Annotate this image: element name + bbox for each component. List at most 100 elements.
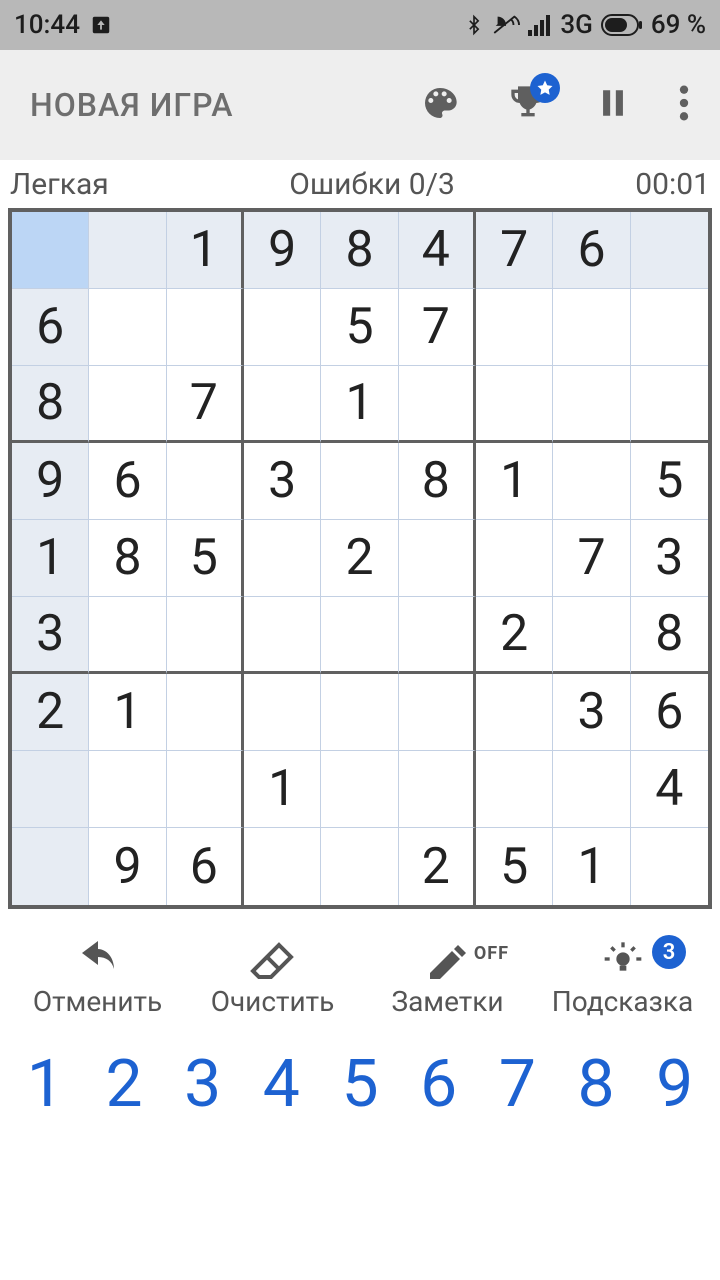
app-title[interactable]: НОВАЯ ИГРА [30,86,420,124]
sudoku-cell[interactable] [321,597,398,674]
numpad-7[interactable]: 7 [478,1046,557,1123]
sudoku-cell[interactable]: 1 [89,674,166,751]
sudoku-cell[interactable] [89,597,166,674]
erase-button[interactable]: Очистить [185,939,360,1018]
sudoku-cell[interactable] [321,828,398,905]
sudoku-cell[interactable]: 1 [321,366,398,443]
sudoku-cell[interactable] [244,828,321,905]
numpad-1[interactable]: 1 [6,1046,85,1123]
sudoku-cell[interactable] [244,674,321,751]
sudoku-cell[interactable] [553,289,630,366]
sudoku-cell[interactable]: 1 [553,828,630,905]
numpad-5[interactable]: 5 [321,1046,400,1123]
numpad-8[interactable]: 8 [557,1046,636,1123]
sudoku-cell[interactable]: 6 [167,828,244,905]
sudoku-cell[interactable]: 8 [89,520,166,597]
sudoku-cell[interactable]: 7 [399,289,476,366]
sudoku-cell[interactable] [244,520,321,597]
sudoku-cell[interactable] [244,289,321,366]
sudoku-cell[interactable]: 6 [89,443,166,520]
sudoku-cell[interactable]: 5 [167,520,244,597]
sudoku-cell[interactable]: 2 [12,674,89,751]
theme-button[interactable] [420,83,460,127]
sudoku-cell[interactable] [167,751,244,828]
sudoku-cell[interactable]: 9 [244,212,321,289]
sudoku-cell[interactable]: 3 [631,520,708,597]
numpad-4[interactable]: 4 [242,1046,321,1123]
sudoku-cell[interactable]: 8 [321,212,398,289]
sudoku-cell[interactable] [321,751,398,828]
sudoku-cell[interactable] [553,366,630,443]
sudoku-cell[interactable]: 5 [476,828,553,905]
sudoku-cell[interactable] [12,751,89,828]
sudoku-cell[interactable]: 8 [399,443,476,520]
sudoku-cell[interactable] [167,443,244,520]
sudoku-cell[interactable] [167,289,244,366]
sudoku-cell[interactable] [12,828,89,905]
sudoku-cell[interactable] [89,366,166,443]
sudoku-cell[interactable]: 4 [399,212,476,289]
sudoku-cell[interactable] [553,443,630,520]
notes-button[interactable]: OFF Заметки [360,939,535,1018]
sudoku-cell[interactable]: 4 [631,751,708,828]
sudoku-cell[interactable] [244,366,321,443]
sudoku-cell[interactable]: 1 [244,751,321,828]
numpad-9[interactable]: 9 [635,1046,714,1123]
sudoku-cell[interactable]: 9 [12,443,89,520]
sudoku-cell[interactable] [631,366,708,443]
trophy-button[interactable] [508,83,548,127]
sudoku-cell[interactable]: 5 [321,289,398,366]
numpad-2[interactable]: 2 [85,1046,164,1123]
sudoku-cell[interactable] [321,674,398,751]
sudoku-cell[interactable] [553,597,630,674]
sudoku-cell[interactable] [631,828,708,905]
sudoku-cell[interactable] [399,597,476,674]
sudoku-cell[interactable] [553,751,630,828]
sudoku-cell[interactable] [476,520,553,597]
sudoku-cell[interactable]: 1 [12,520,89,597]
undo-button[interactable]: Отменить [10,939,185,1018]
sudoku-cell[interactable] [631,212,708,289]
pause-button[interactable] [596,83,630,127]
sudoku-cell[interactable]: 3 [244,443,321,520]
sudoku-cell[interactable] [244,597,321,674]
sudoku-cell[interactable]: 7 [553,520,630,597]
sudoku-cell[interactable]: 7 [476,212,553,289]
sudoku-cell[interactable] [167,597,244,674]
numpad-3[interactable]: 3 [163,1046,242,1123]
sudoku-cell[interactable]: 6 [631,674,708,751]
sudoku-cell[interactable]: 1 [167,212,244,289]
sudoku-cell[interactable]: 2 [399,828,476,905]
sudoku-cell[interactable]: 2 [476,597,553,674]
sudoku-cell[interactable]: 2 [321,520,398,597]
sudoku-cell[interactable]: 7 [167,366,244,443]
sudoku-cell[interactable]: 8 [631,597,708,674]
sudoku-cell[interactable] [89,212,166,289]
sudoku-cell[interactable] [399,520,476,597]
sudoku-cell[interactable] [399,366,476,443]
sudoku-cell[interactable]: 1 [476,443,553,520]
numpad-6[interactable]: 6 [399,1046,478,1123]
sudoku-cell[interactable]: 6 [12,289,89,366]
hint-button[interactable]: 3 Подсказка [535,939,710,1018]
more-button[interactable] [678,83,690,127]
sudoku-cell[interactable] [399,674,476,751]
sudoku-cell[interactable] [476,751,553,828]
erase-label: Очистить [211,985,335,1018]
sudoku-cell[interactable] [89,289,166,366]
sudoku-cell[interactable] [476,674,553,751]
sudoku-cell[interactable] [476,289,553,366]
sudoku-cell[interactable]: 3 [12,597,89,674]
sudoku-cell[interactable]: 8 [12,366,89,443]
sudoku-cell[interactable]: 3 [553,674,630,751]
sudoku-cell[interactable] [399,751,476,828]
sudoku-cell[interactable] [167,674,244,751]
sudoku-cell[interactable]: 9 [89,828,166,905]
sudoku-cell[interactable]: 6 [553,212,630,289]
sudoku-cell[interactable] [631,289,708,366]
sudoku-cell[interactable] [89,751,166,828]
sudoku-cell[interactable] [12,212,89,289]
sudoku-cell[interactable]: 5 [631,443,708,520]
sudoku-cell[interactable] [476,366,553,443]
sudoku-cell[interactable] [321,443,398,520]
